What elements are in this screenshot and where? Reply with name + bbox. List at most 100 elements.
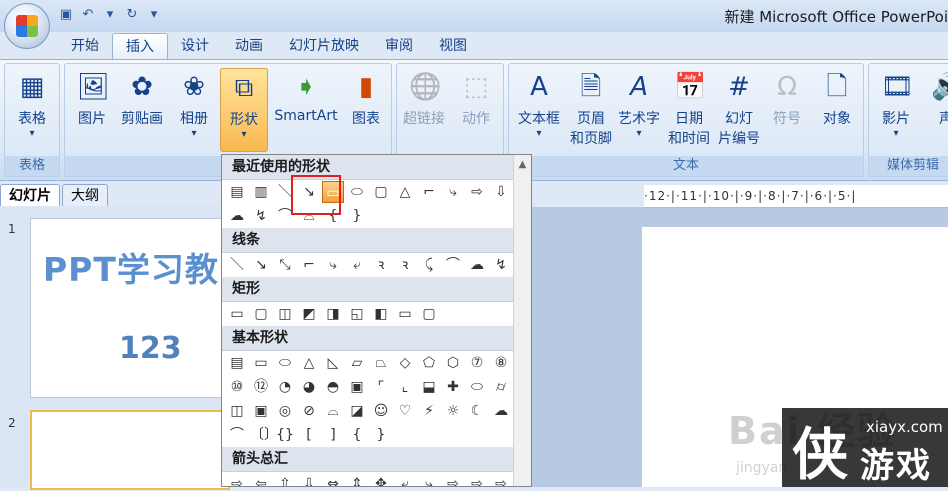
shape-option[interactable]: ◺ xyxy=(322,352,344,374)
shape-option[interactable]: ◫ xyxy=(274,303,296,325)
picture-button[interactable]: 🖼 图片 xyxy=(69,68,115,128)
shape-option[interactable]: [ xyxy=(298,424,320,446)
shape-option[interactable]: ⬭ xyxy=(274,352,296,374)
shape-option[interactable]: ☁ xyxy=(490,400,512,422)
wordart-button[interactable]: A 艺术字 ▾ xyxy=(613,68,665,139)
shape-option[interactable]: ▥ xyxy=(250,181,272,203)
shape-option[interactable]: ⤶ xyxy=(346,254,368,276)
tab-design[interactable]: 设计 xyxy=(168,33,222,59)
shape-option[interactable]: ▢ xyxy=(250,303,272,325)
shape-option[interactable]: ⬡ xyxy=(442,352,464,374)
shape-option[interactable]: ↯ xyxy=(490,254,512,276)
shape-option[interactable]: {} xyxy=(274,424,296,446)
chart-button[interactable]: ▮ 图表 xyxy=(343,68,389,128)
shape-option[interactable]: ☼ xyxy=(442,400,464,422)
shape-option[interactable]: ♡ xyxy=(394,400,416,422)
shape-option[interactable]: ⌓ xyxy=(322,400,344,422)
shape-option[interactable]: ⏢ xyxy=(370,352,392,374)
shape-option[interactable]: ⇕ xyxy=(346,473,368,486)
shape-option[interactable]: ⇨ xyxy=(442,473,464,486)
slide-number-button[interactable]: # 幻灯 片编号 xyxy=(713,68,765,148)
tab-review[interactable]: 审阅 xyxy=(372,33,426,59)
shape-option[interactable]: ⌒ xyxy=(226,424,248,446)
shape-option[interactable]: ◓ xyxy=(322,376,344,398)
shape-option[interactable]: ☁ xyxy=(226,205,248,227)
shape-option[interactable]: { xyxy=(346,424,368,446)
smartart-button[interactable]: ➧ SmartArt xyxy=(270,68,342,124)
shape-option[interactable]: } xyxy=(370,424,392,446)
shape-option[interactable]: ⇧ xyxy=(274,473,296,486)
slide-thumbnail-2[interactable] xyxy=(30,410,230,490)
shape-option[interactable]: ⤹ xyxy=(418,254,440,276)
hyperlink-button[interactable]: 🌐 超链接 xyxy=(401,68,447,128)
action-button[interactable]: ⬚ 动作 xyxy=(453,68,499,128)
shape-option[interactable]: ⌐ xyxy=(418,181,440,203)
shape-option[interactable]: ⤷ xyxy=(322,254,344,276)
shape-option[interactable]: ⑫ xyxy=(250,376,272,398)
album-button[interactable]: ❀ 相册 ▾ xyxy=(171,68,217,139)
symbol-button[interactable]: Ω 符号 xyxy=(763,68,811,128)
shape-option[interactable]: ◎ xyxy=(274,400,296,422)
shape-option[interactable]: ◱ xyxy=(346,303,368,325)
shape-option[interactable]: ⇨ xyxy=(466,473,488,486)
shape-option[interactable]: ⇨ xyxy=(466,181,488,203)
shape-option[interactable]: △ xyxy=(394,181,416,203)
shape-option[interactable]: ▤ xyxy=(226,181,248,203)
shape-option[interactable]: ⌭ xyxy=(490,376,512,398)
shape-option[interactable]: ☁ xyxy=(466,254,488,276)
shape-option[interactable]: ] xyxy=(322,424,344,446)
shape-option[interactable]: ◪ xyxy=(346,400,368,422)
tab-animations[interactable]: 动画 xyxy=(222,33,276,59)
slide-thumbnail-1[interactable]: PPT学习教 123 xyxy=(30,218,232,398)
office-button[interactable] xyxy=(4,3,50,49)
redo-icon[interactable]: ↻ xyxy=(124,7,140,23)
tab-view[interactable]: 视图 xyxy=(426,33,480,59)
undo-icon[interactable]: ↶ xyxy=(80,7,96,23)
shape-option[interactable]: ⬓ xyxy=(418,376,440,398)
shape-option[interactable]: ⇔ xyxy=(322,473,344,486)
shape-option[interactable]: ▣ xyxy=(250,400,272,422)
shape-option[interactable]: ▢ xyxy=(418,303,440,325)
tab-outline[interactable]: 大纲 xyxy=(62,184,108,207)
shape-option[interactable]: ◫ xyxy=(226,400,248,422)
tab-slideshow[interactable]: 幻灯片放映 xyxy=(276,33,372,59)
shape-option[interactable]: ⚡ xyxy=(418,400,440,422)
shape-option[interactable]: ✥ xyxy=(370,473,392,486)
shape-option[interactable]: ▣ xyxy=(346,376,368,398)
shape-option[interactable]: ⑩ xyxy=(226,376,248,398)
shape-option[interactable]: ⌐ xyxy=(298,254,320,276)
shape-option[interactable]: ▱ xyxy=(346,352,368,374)
table-button[interactable]: ▦ 表格 ▾ xyxy=(9,68,55,139)
movie-button[interactable]: 🎞 影片 ▾ xyxy=(873,68,919,139)
tab-home[interactable]: 开始 xyxy=(58,33,112,59)
shape-option[interactable]: ☾ xyxy=(466,400,488,422)
shape-option[interactable]: ▭ xyxy=(226,303,248,325)
shape-option[interactable]: ⇩ xyxy=(298,473,320,486)
shape-option[interactable]: ⤷ xyxy=(442,181,464,203)
shape-option[interactable]: ＼ xyxy=(226,254,248,276)
tab-insert[interactable]: 插入 xyxy=(112,33,168,60)
shape-option[interactable]: △ xyxy=(298,352,320,374)
shape-option[interactable]: ⇨ xyxy=(226,473,248,486)
shape-option[interactable]: ⬠ xyxy=(418,352,440,374)
shape-option[interactable]: } xyxy=(346,205,368,227)
shape-option[interactable]: ⇨ xyxy=(490,473,512,486)
object-button[interactable]: 🗋 对象 xyxy=(813,68,861,128)
shape-option[interactable]: ⑧ xyxy=(490,352,512,374)
shape-option[interactable]: ⤶ xyxy=(394,473,416,486)
tab-slides[interactable]: 幻灯片 xyxy=(0,184,60,207)
shape-option[interactable]: ⬭ xyxy=(346,181,368,203)
shape-option[interactable]: ◨ xyxy=(322,303,344,325)
shape-option[interactable]: ⬭ xyxy=(466,376,488,398)
datetime-button[interactable]: 📅 日期 和时间 xyxy=(663,68,715,148)
shape-option[interactable]: ↘ xyxy=(250,254,272,276)
shape-option[interactable]: ◧ xyxy=(370,303,392,325)
textbox-button[interactable]: A 文本框 ▾ xyxy=(513,68,565,139)
menu-scrollbar[interactable]: ▲ xyxy=(513,155,531,486)
shape-option[interactable]: ◩ xyxy=(298,303,320,325)
header-footer-button[interactable]: 🗎 页眉 和页脚 xyxy=(565,68,617,148)
shape-option[interactable]: ▤ xyxy=(226,352,248,374)
shape-option[interactable]: ▭ xyxy=(394,303,416,325)
shape-option[interactable]: ⇦ xyxy=(250,473,272,486)
sound-button[interactable]: 🔊 声 xyxy=(923,68,948,128)
